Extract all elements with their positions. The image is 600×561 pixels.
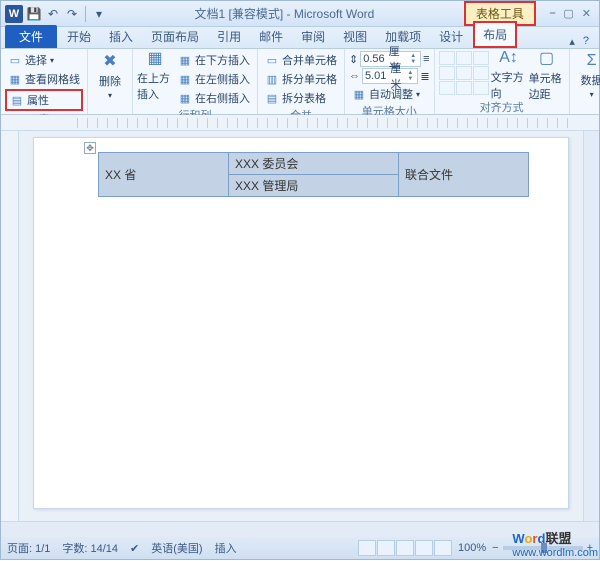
table-cell[interactable]: XXX 管理局	[229, 175, 399, 197]
align-mc[interactable]	[456, 66, 472, 80]
view-draft-icon[interactable]	[434, 540, 452, 556]
group-table: ▭选择▾ ▦查看网格线 ▤属性 表	[1, 49, 88, 114]
document-area: ✥ XX 省 XXX 委员会 联合文件 XXX 管理局	[1, 131, 599, 521]
tab-references[interactable]: 引用	[209, 25, 249, 48]
align-bl[interactable]	[439, 81, 455, 95]
align-tc[interactable]	[456, 51, 472, 65]
align-tr[interactable]	[473, 51, 489, 65]
view-outline-icon[interactable]	[415, 540, 433, 556]
align-mr[interactable]	[473, 66, 489, 80]
tab-insert[interactable]: 插入	[101, 25, 141, 48]
quick-access-toolbar: W 💾 ↶ ↷ ▾	[1, 5, 111, 23]
view-web-icon[interactable]	[396, 540, 414, 556]
group-rows-cols: ▦在上方插入 ▦在下方插入 ▦在左侧插入 ▦在右侧插入 行和列	[133, 49, 258, 114]
restore-icon[interactable]: ▢	[563, 7, 573, 20]
group-alignment: A↕文字方向 ▢单元格边距 对齐方式	[435, 49, 570, 114]
table-cell[interactable]: 联合文件	[399, 153, 529, 197]
select-button[interactable]: ▭选择▾	[5, 51, 83, 69]
redo-icon[interactable]: ↷	[64, 6, 80, 22]
insert-above-button[interactable]: ▦在上方插入	[137, 51, 173, 99]
align-tl[interactable]	[439, 51, 455, 65]
table-cell[interactable]: XXX 委员会	[229, 153, 399, 175]
horizontal-scrollbar[interactable]	[1, 521, 599, 537]
vertical-ruler[interactable]	[1, 131, 19, 521]
zoom-out-icon[interactable]: −	[492, 542, 498, 554]
split-table-button[interactable]: ▤拆分表格	[262, 89, 340, 107]
horizontal-ruler[interactable]	[1, 115, 599, 131]
tab-view[interactable]: 视图	[335, 25, 375, 48]
table-cell[interactable]: XX 省	[99, 153, 229, 197]
status-bar: 页面: 1/1 字数: 14/14 ✔ 英语(美国) 插入 100% − +	[1, 537, 599, 559]
view-fullscreen-icon[interactable]	[377, 540, 395, 556]
zoom-level[interactable]: 100%	[458, 542, 486, 554]
data-button[interactable]: Σ数据▾	[574, 51, 600, 99]
watermark: Word联盟 www.wordlm.com	[512, 528, 598, 559]
app-icon[interactable]: W	[5, 5, 23, 23]
status-mode[interactable]: 插入	[215, 540, 237, 556]
qat-dropdown-icon[interactable]: ▾	[91, 6, 107, 22]
text-direction-button[interactable]: A↕文字方向	[491, 51, 527, 99]
align-bc[interactable]	[456, 81, 472, 95]
ribbon: ▭选择▾ ▦查看网格线 ▤属性 表 ✖删除▾ ▦在上方插入 ▦在下方插入 ▦在左…	[1, 49, 599, 115]
tab-design[interactable]: 设计	[431, 25, 471, 48]
minimize-ribbon-icon[interactable]: ▴	[569, 35, 575, 48]
close-icon[interactable]: ✕	[582, 7, 591, 20]
status-words[interactable]: 字数: 14/14	[62, 540, 118, 556]
autofit-button[interactable]: ▦自动调整▾	[349, 85, 430, 103]
tab-file[interactable]: 文件	[5, 25, 57, 48]
delete-button[interactable]: ✖删除▾	[92, 51, 128, 99]
minimize-icon[interactable]: ⎯	[550, 7, 556, 20]
tab-mailings[interactable]: 邮件	[251, 25, 291, 48]
document-table[interactable]: XX 省 XXX 委员会 联合文件 XXX 管理局	[98, 152, 529, 197]
align-br[interactable]	[473, 81, 489, 95]
status-page[interactable]: 页面: 1/1	[7, 540, 50, 556]
table-row: XX 省 XXX 委员会 联合文件	[99, 153, 529, 175]
distribute-rows-icon[interactable]: ≡	[423, 53, 429, 65]
vertical-scrollbar[interactable]	[583, 131, 599, 521]
help-icon[interactable]: ?	[583, 35, 589, 48]
document-page[interactable]: ✥ XX 省 XXX 委员会 联合文件 XXX 管理局	[33, 137, 569, 509]
group-cellsize: ⇕ 0.56厘米▲▼ ≡ ⇔ 5.01厘米▲▼ ≣ ▦自动调整▾ 单元格大小	[345, 49, 435, 114]
properties-button[interactable]: ▤属性	[5, 89, 83, 111]
insert-right-button[interactable]: ▦在右侧插入	[175, 89, 253, 107]
gridlines-button[interactable]: ▦查看网格线	[5, 70, 83, 88]
align-ml[interactable]	[439, 66, 455, 80]
cell-margins-button[interactable]: ▢单元格边距	[529, 51, 565, 99]
split-cells-button[interactable]: ▥拆分单元格	[262, 70, 340, 88]
group-merge: ▭合并单元格 ▥拆分单元格 ▤拆分表格 合并	[258, 49, 345, 114]
group-data: Σ数据▾	[570, 49, 600, 114]
insert-left-button[interactable]: ▦在左侧插入	[175, 70, 253, 88]
status-language[interactable]: 英语(美国)	[151, 540, 202, 556]
view-print-layout-icon[interactable]	[358, 540, 376, 556]
undo-icon[interactable]: ↶	[45, 6, 61, 22]
group-label-align: 对齐方式	[439, 99, 565, 116]
ribbon-tabs: 文件 开始 插入 页面布局 引用 邮件 审阅 视图 加载项 设计 布局 ▴ ?	[1, 27, 599, 49]
tab-pagelayout[interactable]: 页面布局	[143, 25, 207, 48]
merge-cells-button[interactable]: ▭合并单元格	[262, 51, 340, 69]
save-icon[interactable]: 💾	[26, 6, 42, 22]
tab-home[interactable]: 开始	[59, 25, 99, 48]
proofing-icon[interactable]: ✔	[130, 542, 139, 555]
col-width-input[interactable]: ⇔ 5.01厘米▲▼ ≣	[349, 68, 430, 84]
group-delete: ✖删除▾	[88, 49, 133, 114]
insert-below-button[interactable]: ▦在下方插入	[175, 51, 253, 69]
table-move-handle-icon[interactable]: ✥	[84, 142, 96, 154]
window-title: 文档1 [兼容模式] - Microsoft Word	[111, 5, 458, 22]
tab-review[interactable]: 审阅	[293, 25, 333, 48]
distribute-cols-icon[interactable]: ≣	[420, 70, 429, 83]
tab-layout[interactable]: 布局	[473, 21, 517, 48]
